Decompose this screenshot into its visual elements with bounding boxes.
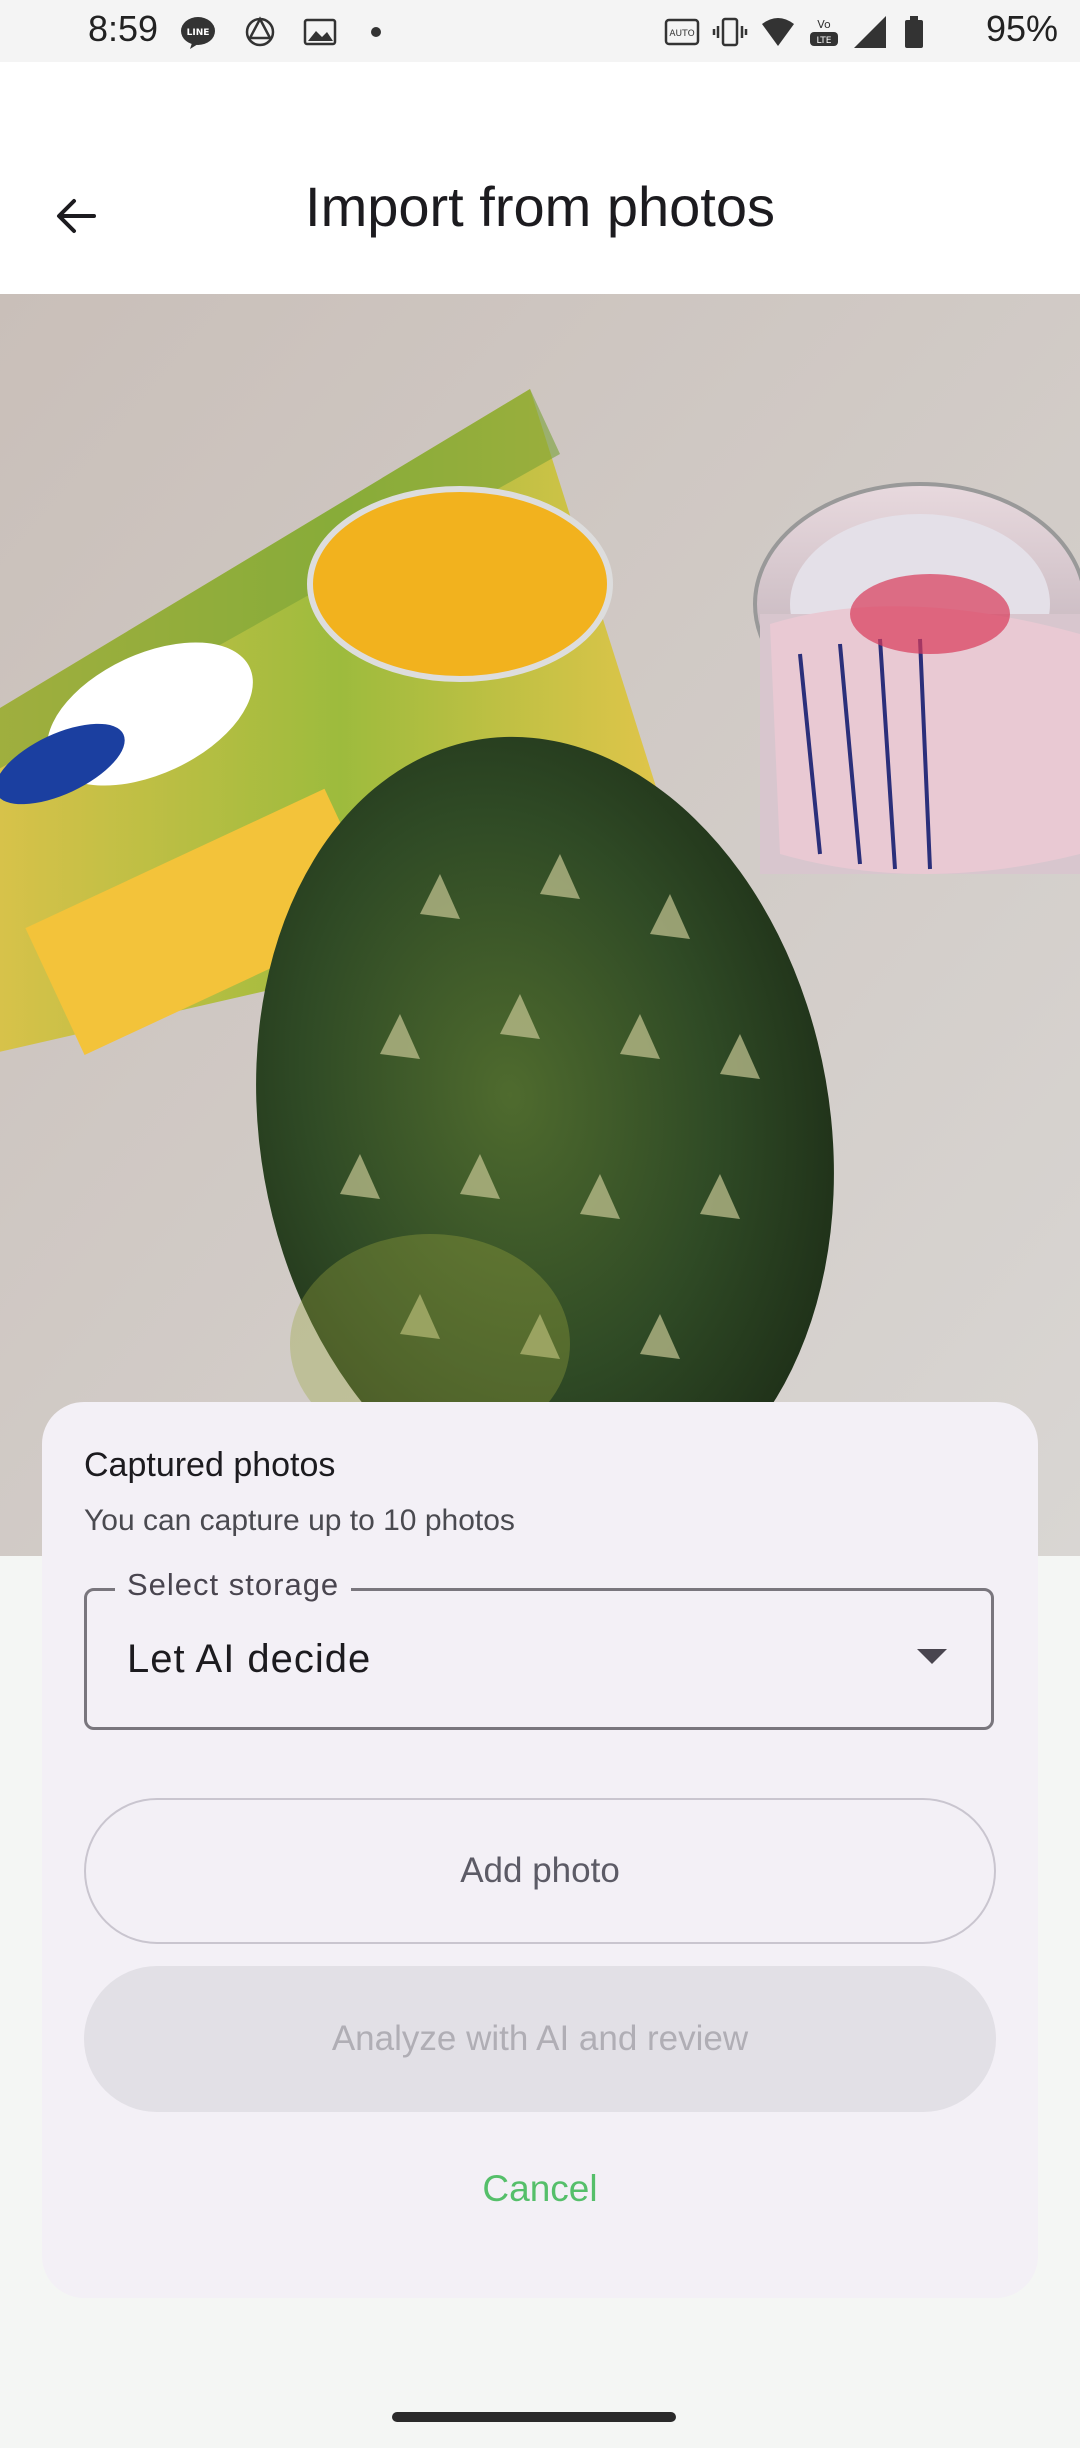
dropdown-arrow-icon[interactable] [917,1649,947,1664]
volte-icon: Vo LTE [806,14,842,50]
svg-text:AUTO: AUTO [669,29,694,39]
storage-select-label: Select storage [115,1567,352,1603]
gallery-icon [302,14,338,50]
sheet-title: Captured photos [84,1446,336,1484]
captured-photos-sheet: Captured photos You can capture up to 10… [42,1402,1038,2298]
vibrate-icon [712,14,748,50]
add-photo-button[interactable]: Add photo [84,1798,996,1944]
signal-icon [852,14,888,50]
battery-icon [896,14,932,50]
status-bar: 8:59 LINE AUTO Vo LTE 95% [0,0,1080,62]
page-title: Import from photos [305,175,775,238]
sheet-subtitle: You can capture up to 10 photos [84,1504,515,1537]
dot-icon [366,14,402,50]
line-app-icon: LINE [180,14,216,50]
svg-text:LTE: LTE [817,36,832,46]
status-time: 8:59 [88,8,159,49]
svg-text:Vo: Vo [817,18,831,31]
home-indicator[interactable] [392,2412,676,2422]
storage-select[interactable]: Select storage Let AI decide [84,1567,994,1730]
svg-text:LINE: LINE [187,28,210,38]
app-bar: Import from photos [0,62,1080,294]
analyze-button[interactable]: Analyze with AI and review [84,1966,996,2112]
cancel-button[interactable]: Cancel [42,2168,1038,2210]
wifi-icon [760,14,796,50]
openai-icon [242,14,278,50]
battery-percentage: 95% [985,8,1058,49]
storage-select-value: Let AI decide [127,1637,372,1681]
auto-hd-icon: AUTO [664,14,700,50]
captured-photo [0,294,1080,1556]
